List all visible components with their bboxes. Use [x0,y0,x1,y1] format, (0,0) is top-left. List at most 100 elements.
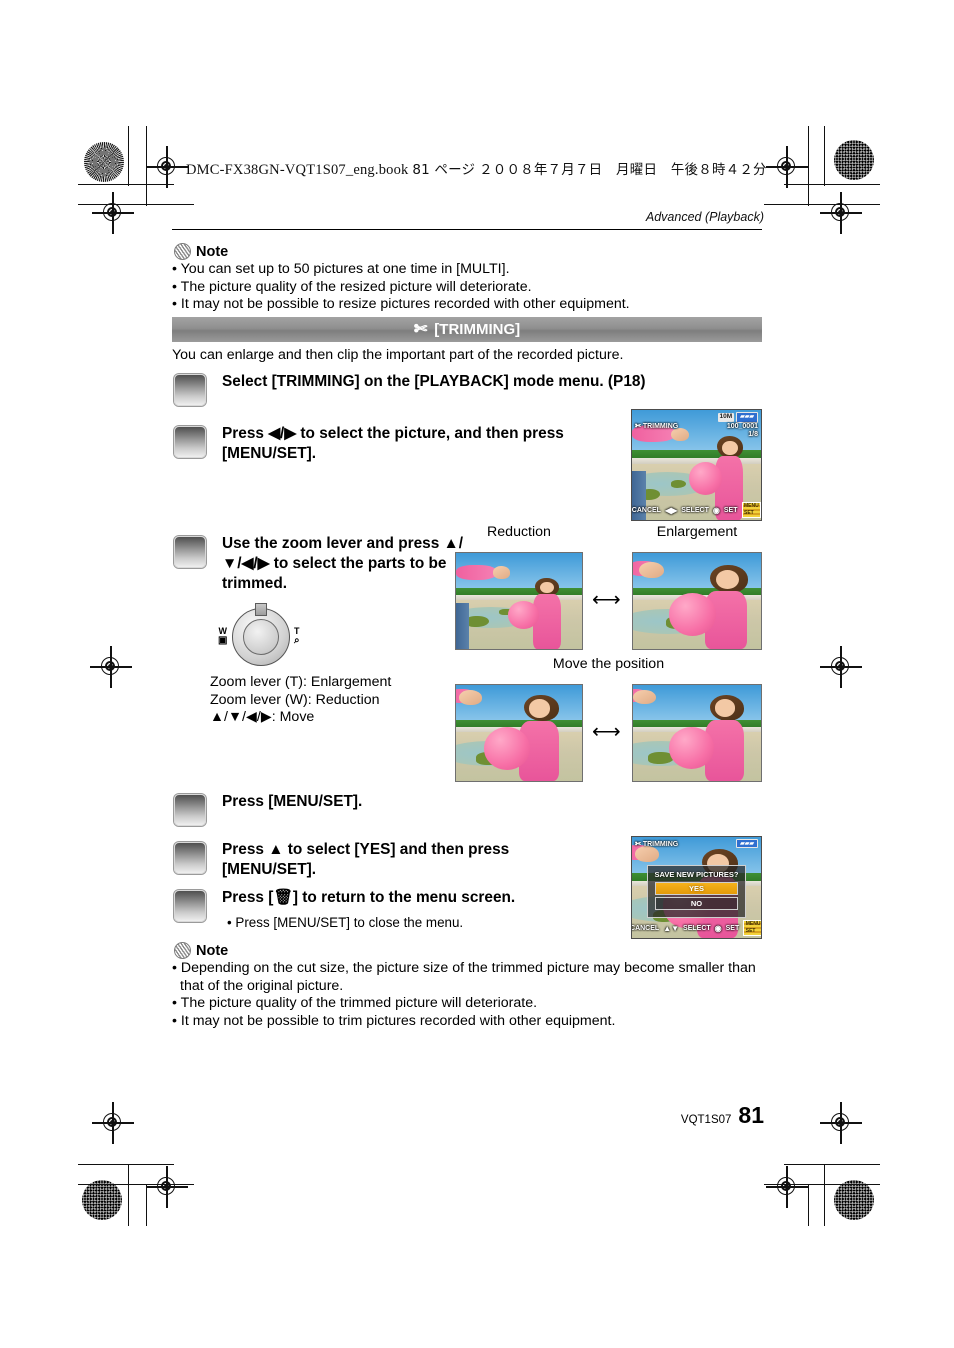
note-heading-top: Note [174,243,228,260]
crop-mark-bl-h2 [78,1184,194,1186]
magnifier-icon: ⌕ [294,635,300,646]
registration-target-bottom-right [766,1166,808,1208]
figure-photo-reduction [455,552,583,650]
dialog-option-no[interactable]: NO [655,897,738,911]
crop-mark-bl-h1 [78,1164,174,1166]
crop-mark-tr-h2 [764,204,880,206]
caption-line: ▲/▼/◀/▶: Move [210,709,315,726]
lcd-cancel-label: CANCEL [631,506,661,514]
slug-page: 81 ページ [412,162,476,178]
step-3-text: Use the zoom lever and press ▲/▼/◀/▶ to … [222,535,464,592]
step-6: Press [🗑] to return to the menu screen. … [174,888,614,931]
battery-icon: ▰▰▰ [736,412,758,423]
step-number-box [174,536,206,568]
registration-rosette-bottom-right [834,1180,874,1220]
zoom-lever-dial: W ▣ T ⌕ [218,603,300,666]
slug-date: ２００８年７月７日 月曜日 午後８時４２分 [479,162,767,178]
page-number: 81 [738,1102,764,1128]
note-heading-bottom: Note [174,942,228,959]
crop-mark-br-v2 [808,1184,810,1226]
step-5: Press ▲ to select [YES] and then press [… [174,840,604,880]
registration-target-bottom-left [146,1166,188,1208]
crop-mark-tl-v1 [128,126,130,186]
list-item: • The picture quality of the resized pic… [172,278,532,295]
lcd-osd-bottom: CANCEL ◀▶ SELECT ◉ SET MENU SET [632,500,761,520]
caption-line: Zoom lever (W): Reduction [210,691,380,708]
crop-mark-tl-h2 [78,204,194,206]
lcd-select-label: SELECT [683,924,711,932]
figure-label-reduction: Reduction [487,524,551,540]
step-1-text: Select [TRIMMING] on the [PLAYBACK] mode… [222,373,646,390]
step-number-box [174,842,206,874]
running-head: Advanced (Playback) [645,210,764,224]
arrow-between-figures-bottom: ⟷ [592,721,621,743]
wide-icon: ▣ [218,635,228,646]
scissors-icon: ✄ [635,840,641,848]
dialog-title: SAVE NEW PICTURES? [654,870,739,880]
note-bullets-bottom: • Depending on the cut size, the picture… [172,960,772,1030]
note-pencil-icon [174,243,191,260]
step-1: Select [TRIMMING] on the [PLAYBACK] mode… [174,372,754,406]
crop-mark-tl-v2 [146,126,148,206]
registration-target-upper-left [92,192,134,234]
crop-mark-br-h1 [784,1164,880,1166]
menu-set-chip: MENU SET [741,502,761,518]
zoom-lever-wide-label: W ▣ [218,626,228,646]
step-2: Press ◀/▶ to select the picture, and the… [174,424,614,464]
zoom-lever-illustration: W ▣ T ⌕ Zoom lever (T): Enlargement Zoom… [210,603,450,727]
figure-label-enlargement: Enlargement [656,524,738,540]
lcd-title: ✄ TRIMMING [635,422,679,430]
scissors-icon: ✄ [413,320,428,338]
step-3: Use the zoom lever and press ▲/▼/◀/▶ to … [174,534,464,594]
dpad-lr-icon: ◀▶ [664,505,678,515]
dpad-circle-icon: ◉ [714,923,722,933]
note-bullets-top: • You can set up to 50 pictures at one t… [172,261,772,314]
lcd-screen-save: ✄ TRIMMING ▰▰▰ SAVE NEW PICTURES? YES NO… [631,836,762,939]
dpad-circle-icon: ◉ [712,505,720,515]
note-pencil-icon [174,942,191,959]
note-title: Note [196,243,229,260]
arrow-between-figures-top: ⟷ [592,589,621,611]
step-4-text: Press [MENU/SET]. [222,793,363,810]
registration-target-mid-left [90,646,132,688]
zoom-lever-tele-label: T ⌕ [294,626,300,646]
header-rule [172,229,762,231]
scissors-icon: ✄ [635,422,641,430]
list-item-continued: that of the original picture. [180,977,344,994]
page-footer: VQT1S07 81 [681,1102,764,1129]
crop-mark-tr-v1 [824,126,826,186]
lcd-osd-top: ✄ TRIMMING 10M ▰▰▰ 100_0001 1/8 [632,410,761,442]
lcd-title: ✄ TRIMMING [635,840,679,848]
crop-mark-tr-h1 [784,184,880,186]
resolution-badge: 10M [717,413,735,422]
caption-line: Zoom lever (T): Enlargement [210,674,392,690]
crop-mark-br-v1 [824,1164,826,1226]
note-title: Note [196,942,229,959]
crop-mark-tr-v2 [808,126,810,206]
registration-rosette-bottom-left [82,1180,122,1220]
crop-mark-bl-v1 [128,1164,130,1226]
registration-rosette-top-right [834,140,874,180]
lcd-osd-bottom: CANCEL ▲▼ SELECT ◉ SET MENU SET [632,918,761,938]
figure-label-move: Move the position [552,656,665,672]
slug-filename: DMC-FX38GN-VQT1S07_eng.book [186,162,409,178]
registration-rosette-top-left [84,142,124,182]
registration-target-lower-left [92,1102,134,1144]
crop-mark-br-h2 [764,1184,880,1186]
step-number-box [174,794,206,826]
registration-target-top-right [766,146,808,188]
step-number-box [174,374,206,406]
registration-target-lower-right [820,1102,862,1144]
section-intro: You can enlarge and then clip the import… [172,347,624,363]
registration-target-upper-right [820,192,862,234]
save-confirm-dialog: SAVE NEW PICTURES? YES NO [647,865,746,919]
dialog-option-yes[interactable]: YES [655,882,738,896]
crop-mark-tl-h1 [78,184,174,186]
step-6-subnote: • Press [MENU/SET] to close the menu. [227,915,464,930]
lcd-set-label: SET [725,924,740,932]
step-number-box [174,426,206,458]
lcd-set-label: SET [723,506,738,514]
step-number-box [174,890,206,922]
crop-mark-bl-v2 [146,1184,148,1226]
document-code: VQT1S07 [680,1114,732,1126]
